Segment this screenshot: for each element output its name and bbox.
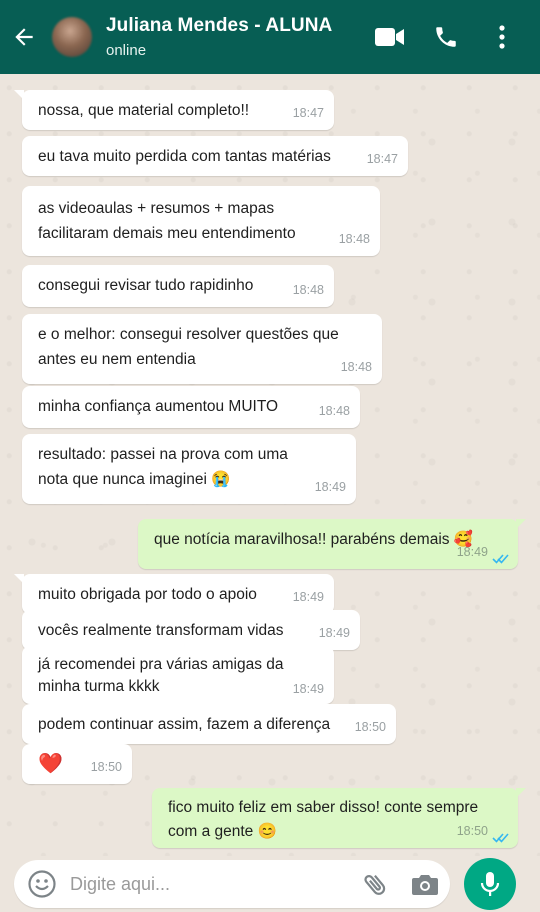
message-incoming[interactable]: minha confiança aumentou MUITO 18:48 <box>22 386 360 428</box>
contact-info[interactable]: Juliana Mendes - ALUNA online <box>106 15 362 59</box>
chat-area[interactable]: nossa, que material completo!! 18:47 eu … <box>0 74 540 856</box>
message-time: 18:47 <box>366 152 398 166</box>
message-time: 18:50 <box>90 760 122 774</box>
emoji-icon[interactable] <box>14 869 70 899</box>
message-text: consegui revisar tudo rapidinho <box>38 277 254 294</box>
message-time: 18:49 <box>292 682 324 696</box>
contact-status: online <box>106 42 147 59</box>
message-text: minha confiança aumentou MUITO <box>38 398 279 415</box>
message-incoming[interactable]: muito obrigada por todo o apoio 18:49 <box>14 574 334 614</box>
read-ticks-icon <box>492 833 509 843</box>
message-incoming[interactable]: já recomendei pra várias amigas da minha… <box>22 646 334 704</box>
message-text: nossa, que material completo!! <box>38 102 250 119</box>
message-text: que notícia maravilhosa!! parabéns demai… <box>154 531 474 548</box>
message-incoming[interactable]: e o melhor: consegui resolver questões q… <box>22 314 382 384</box>
message-text: eu tava muito perdida com tantas matéria… <box>38 148 331 165</box>
message-text: resultado: passei na prova com uma nota … <box>38 446 288 488</box>
message-time: 18:47 <box>292 106 324 120</box>
back-arrow-icon[interactable] <box>4 0 44 74</box>
message-outgoing[interactable]: fico muito feliz em saber disso! conte s… <box>152 788 526 848</box>
mic-button[interactable] <box>464 858 516 910</box>
message-incoming[interactable]: ❤️ 18:50 <box>22 744 132 784</box>
message-input-placeholder[interactable]: Digite aqui... <box>70 874 350 895</box>
video-call-icon[interactable] <box>362 9 418 65</box>
message-incoming[interactable]: consegui revisar tudo rapidinho 18:48 <box>22 265 334 307</box>
message-time: 18:50 <box>456 824 488 838</box>
composer-bar: Digite aqui... <box>0 856 540 912</box>
message-text: vocês realmente transformam vidas <box>38 622 284 639</box>
message-text: já recomendei pra várias amigas da minha… <box>38 656 284 695</box>
read-ticks-icon <box>492 554 509 564</box>
message-outgoing[interactable]: que notícia maravilhosa!! parabéns demai… <box>138 519 526 569</box>
message-time: 18:48 <box>318 404 350 418</box>
message-time: 18:48 <box>338 232 370 246</box>
message-time: 18:49 <box>314 480 346 494</box>
contact-name: Juliana Mendes - ALUNA <box>106 15 333 36</box>
heart-emoji: ❤️ <box>38 753 63 775</box>
message-incoming[interactable]: podem continuar assim, fazem a diferença… <box>22 704 396 744</box>
message-text: muito obrigada por todo o apoio <box>38 586 257 603</box>
message-incoming[interactable]: nossa, que material completo!! 18:47 <box>14 90 334 130</box>
phone-icon[interactable] <box>418 9 474 65</box>
message-incoming[interactable]: resultado: passei na prova com uma nota … <box>22 434 356 504</box>
mic-icon <box>480 872 500 896</box>
message-incoming[interactable]: as videoaulas + resumos + mapas facilita… <box>22 186 380 256</box>
message-text: e o melhor: consegui resolver questões q… <box>38 326 339 368</box>
attach-icon[interactable] <box>350 870 400 898</box>
message-incoming[interactable]: vocês realmente transformam vidas 18:49 <box>22 610 360 650</box>
message-text: fico muito feliz em saber disso! conte s… <box>168 799 479 840</box>
more-vert-icon[interactable] <box>474 9 530 65</box>
message-time: 18:49 <box>318 626 350 640</box>
message-time: 18:48 <box>340 360 372 374</box>
camera-icon[interactable] <box>400 871 450 897</box>
message-incoming[interactable]: eu tava muito perdida com tantas matéria… <box>22 136 408 176</box>
message-text: podem continuar assim, fazem a diferença <box>38 716 331 733</box>
message-time: 18:48 <box>292 283 324 297</box>
message-input[interactable]: Digite aqui... <box>14 860 450 908</box>
avatar[interactable] <box>52 17 92 57</box>
chat-header: Juliana Mendes - ALUNA online <box>0 0 540 74</box>
message-time: 18:50 <box>354 720 386 734</box>
message-text: as videoaulas + resumos + mapas facilita… <box>38 200 296 242</box>
message-time: 18:49 <box>456 545 488 559</box>
message-time: 18:49 <box>292 590 324 604</box>
